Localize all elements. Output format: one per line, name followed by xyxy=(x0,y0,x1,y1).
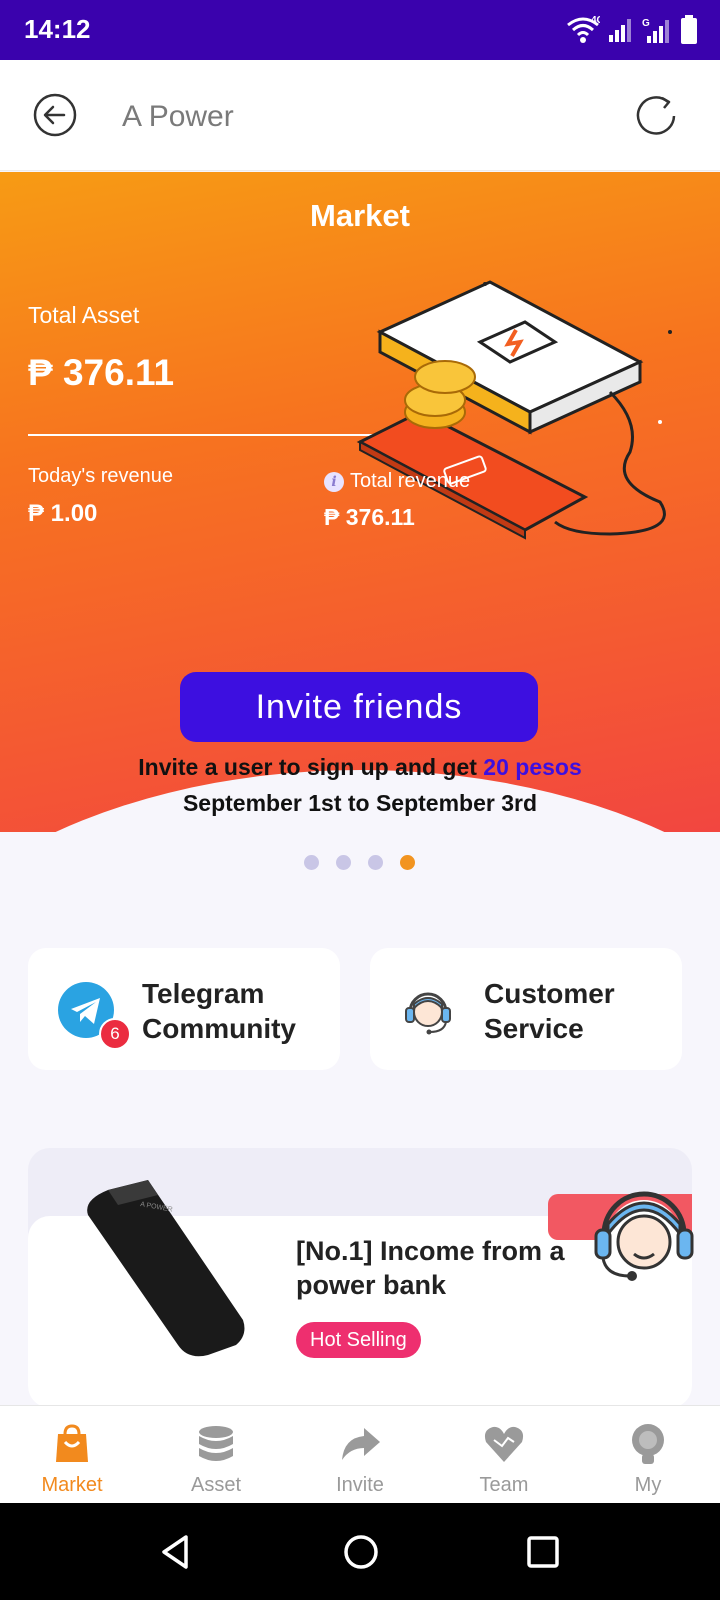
total-asset-label: Total Asset xyxy=(28,302,140,328)
hero-title: Market xyxy=(310,198,410,233)
product-name: [No.1] Income from a power bank xyxy=(296,1236,565,1300)
signal-icon xyxy=(609,19,631,42)
carousel-dot[interactable] xyxy=(304,855,319,870)
battery-icon xyxy=(681,15,697,44)
tab-invite[interactable]: Invite xyxy=(288,1406,432,1504)
customer-service-card[interactable]: Customer Service xyxy=(370,948,682,1070)
nav-home-icon[interactable] xyxy=(338,1529,384,1575)
app-bar: A Power xyxy=(0,60,720,171)
total-asset-value: ₱ 376.11 xyxy=(28,352,175,393)
shopping-bag-icon xyxy=(56,1424,88,1462)
promo-line-1: Invite a user to sign up and get 20 peso… xyxy=(0,754,720,781)
system-nav-bar xyxy=(0,1503,720,1600)
back-arrow-icon[interactable] xyxy=(32,92,78,138)
tab-market-label: Market xyxy=(41,1474,103,1496)
status-time: 14:12 xyxy=(24,14,91,44)
power-bank-image: A POWER xyxy=(87,1180,245,1357)
headset-icon xyxy=(405,992,451,1035)
tab-team-label: Team xyxy=(479,1474,529,1496)
telegram-community-label: Telegram Community xyxy=(142,978,296,1044)
tab-asset[interactable]: Asset xyxy=(144,1406,288,1504)
carousel-dot[interactable] xyxy=(336,855,351,870)
tab-team[interactable]: Team xyxy=(432,1406,576,1504)
tab-asset-label: Asset xyxy=(190,1474,242,1496)
database-icon xyxy=(199,1426,233,1461)
carousel-dot-active[interactable] xyxy=(400,855,415,870)
status-icons: 4G G xyxy=(566,14,698,46)
wifi-icon: 4G xyxy=(567,15,600,43)
share-icon xyxy=(342,1428,380,1460)
network-type-2: G xyxy=(642,18,650,29)
network-type: 4G xyxy=(591,15,600,26)
hot-selling-tag: Hot Selling xyxy=(296,1322,421,1358)
floating-customer-service-icon[interactable] xyxy=(588,1176,700,1288)
customer-service-label: Customer Service xyxy=(484,978,615,1044)
today-revenue-label: Today's revenue xyxy=(28,465,174,487)
promo-line-1-text: Invite a user to sign up and get xyxy=(138,754,484,780)
heart-icon xyxy=(484,1426,524,1462)
status-bar: 14:12 4G G xyxy=(0,0,720,60)
total-revenue-label: Total revenue xyxy=(350,470,471,492)
carousel-dot[interactable] xyxy=(368,855,383,870)
app-title: A Power xyxy=(122,100,234,133)
telegram-community-card[interactable]: 6 Telegram Community xyxy=(28,948,340,1070)
tab-my-label: My xyxy=(634,1474,662,1496)
person-icon xyxy=(632,1424,664,1464)
carousel-dots xyxy=(304,855,415,870)
tab-my[interactable]: My xyxy=(576,1406,720,1504)
nav-back-icon[interactable] xyxy=(154,1529,200,1575)
today-revenue-value: ₱ 1.00 xyxy=(28,500,98,527)
tab-market[interactable]: Market xyxy=(0,1406,144,1504)
bottom-tab-bar: Market Asset Invite Team My xyxy=(0,1405,720,1504)
notification-badge: 6 xyxy=(99,1018,131,1050)
tab-invite-label: Invite xyxy=(336,1474,384,1496)
invite-friends-button[interactable]: Invite friends xyxy=(180,672,538,742)
signal-icon-2: G xyxy=(642,18,669,43)
total-revenue-value: ₱ 376.11 xyxy=(324,504,415,530)
total-revenue-label-row: i Total revenue xyxy=(324,470,470,493)
refresh-icon[interactable] xyxy=(632,92,680,140)
info-icon[interactable]: i xyxy=(324,471,344,492)
promo-line-2: September 1st to September 3rd xyxy=(182,790,538,816)
promo-highlight: 20 pesos xyxy=(483,754,582,780)
nav-recents-icon[interactable] xyxy=(520,1529,566,1575)
